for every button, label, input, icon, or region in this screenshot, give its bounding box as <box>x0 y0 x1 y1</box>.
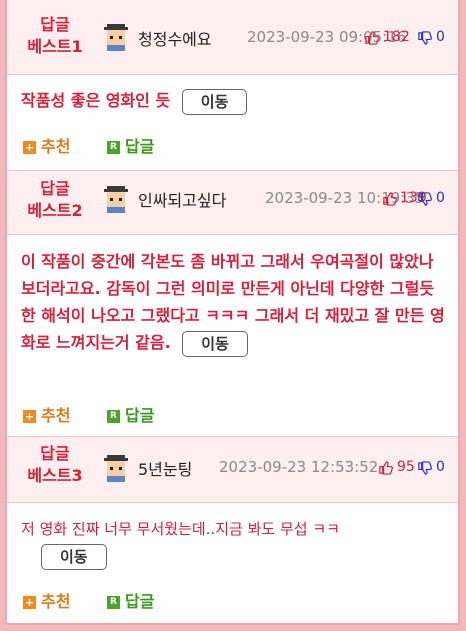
reply-body: 이 작품이 중간에 각본도 좀 바뀌고 그래서 우여곡절이 많았나보더라고요. … <box>21 248 446 357</box>
thumbs-up-icon[interactable] <box>364 30 379 45</box>
move-button[interactable]: 이동 <box>181 88 248 115</box>
rank-line2: 베스트3 <box>27 466 83 485</box>
reply-text: 작품성 좋은 영화인 듯 <box>21 91 171 110</box>
best-reply-3: 답글 베스트3 5년눈팅 2023-09-23 12:53:52 95 0 저 … <box>7 436 458 623</box>
reply-body: 저 영화 진짜 너무 무서웠는데..지금 봐도 무섭 ㅋㅋ 이동 <box>21 516 446 570</box>
best-replies-panel: 답글 베스트1 청정수에요 2023-09-23 09:05:16 182 0 … <box>5 0 460 625</box>
thumbs-up-icon[interactable] <box>378 460 393 475</box>
recommend-button[interactable]: + 추천 <box>23 402 70 426</box>
rank-line1: 답글 <box>40 15 70 34</box>
r-icon: R <box>107 410 120 423</box>
rank-line1: 답글 <box>40 179 70 198</box>
reply-label: 답글 <box>125 137 155 156</box>
upvote-count: 182 <box>383 29 410 45</box>
plus-icon: + <box>23 596 36 609</box>
nickname[interactable]: 인싸되고싶다 <box>138 187 226 211</box>
r-icon: R <box>107 596 120 609</box>
pixel-avatar-icon[interactable] <box>101 452 131 482</box>
downvote-count: 0 <box>436 190 445 206</box>
pixel-avatar-icon[interactable] <box>101 21 131 51</box>
thumbs-down-icon[interactable] <box>417 31 432 46</box>
thumbs-up-icon[interactable] <box>382 191 397 206</box>
post-date: 2023-09-23 12:53:52 <box>219 458 379 476</box>
reply-body: 작품성 좋은 영화인 듯 이동 <box>21 87 446 115</box>
best-reply-1: 답글 베스트1 청정수에요 2023-09-23 09:05:16 182 0 … <box>7 0 458 170</box>
downvote-count: 0 <box>436 459 445 475</box>
recommend-button[interactable]: + 추천 <box>23 133 70 157</box>
rank-line2: 베스트2 <box>27 201 83 220</box>
downvote-count: 0 <box>436 29 445 45</box>
rank-label: 답글 베스트1 <box>15 14 95 58</box>
rank-line1: 답글 <box>40 444 70 463</box>
thumbs-down-icon[interactable] <box>417 192 432 207</box>
plus-icon: + <box>23 141 36 154</box>
reply-button[interactable]: R 답글 <box>107 133 154 157</box>
rank-line2: 베스트1 <box>27 37 83 56</box>
plus-icon: + <box>23 410 36 423</box>
r-icon: R <box>107 141 120 154</box>
recommend-label: 추천 <box>41 137 71 156</box>
reply-label: 답글 <box>125 592 155 611</box>
move-button[interactable]: 이동 <box>41 543 107 570</box>
pixel-avatar-icon[interactable] <box>101 183 131 213</box>
rank-label: 답글 베스트2 <box>15 178 95 222</box>
thumbs-down-icon[interactable] <box>417 461 432 476</box>
move-button[interactable]: 이동 <box>182 330 248 357</box>
recommend-button[interactable]: + 추천 <box>23 588 70 612</box>
best-reply-2: 답글 베스트2 인싸되고싶다 2023-09-23 10:19:35 139 0… <box>7 170 458 436</box>
reply-text: 저 영화 진짜 너무 무서웠는데..지금 봐도 무섭 ㅋㅋ <box>21 520 340 538</box>
nickname[interactable]: 5년눈팅 <box>138 456 192 480</box>
reply-header: 답글 베스트3 5년눈팅 2023-09-23 12:53:52 95 0 <box>7 437 458 503</box>
nickname[interactable]: 청정수에요 <box>138 26 212 50</box>
recommend-label: 추천 <box>41 406 71 425</box>
recommend-label: 추천 <box>41 592 71 611</box>
upvote-count: 95 <box>397 459 415 475</box>
reply-button[interactable]: R 답글 <box>107 588 154 612</box>
reply-header: 답글 베스트2 인싸되고싶다 2023-09-23 10:19:35 139 0 <box>7 171 458 235</box>
reply-header: 답글 베스트1 청정수에요 2023-09-23 09:05:16 182 0 <box>7 0 458 75</box>
reply-label: 답글 <box>125 406 155 425</box>
reply-button[interactable]: R 답글 <box>107 402 154 426</box>
rank-label: 답글 베스트3 <box>15 443 95 487</box>
